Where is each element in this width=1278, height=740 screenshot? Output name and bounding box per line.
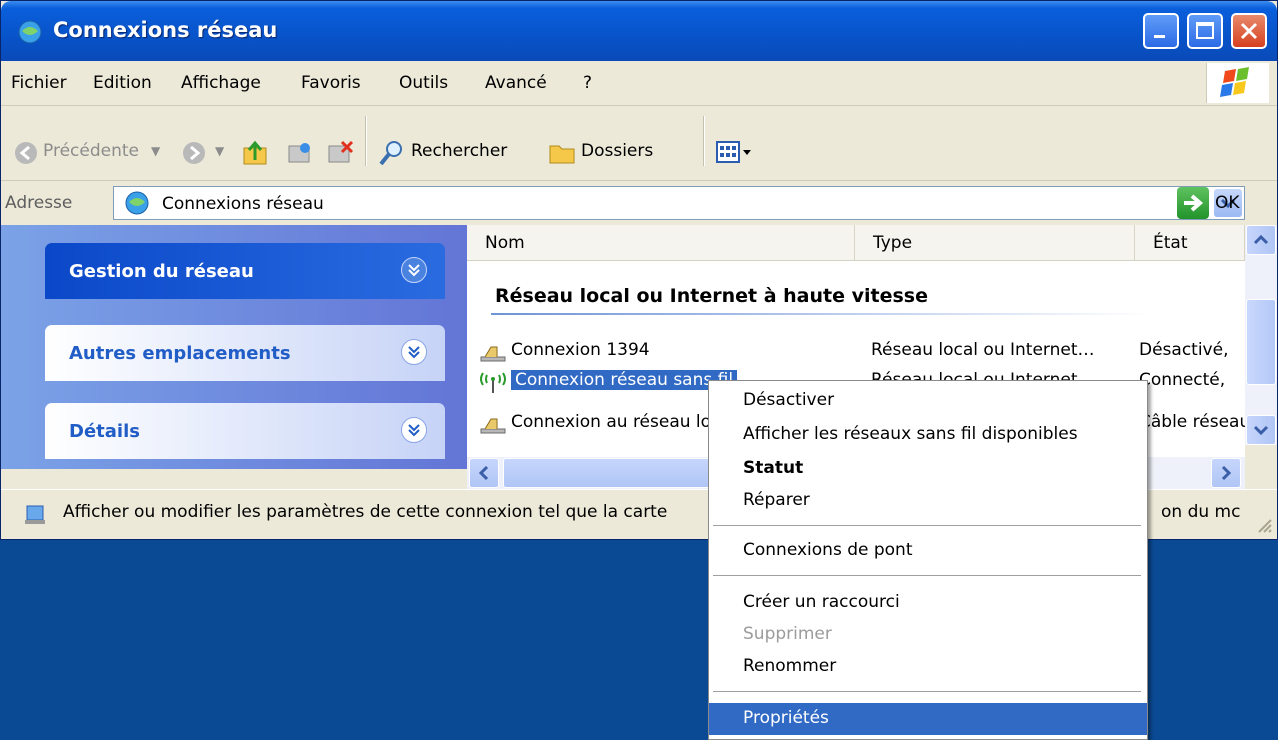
chevron-down-icon [1253,425,1269,436]
menu-item-view-wireless-networks[interactable]: Afficher les réseaux sans fil disponible… [709,419,1147,451]
menu-separator [713,691,1141,693]
menu-affichage[interactable]: Affichage [181,73,261,93]
group-divider [491,313,1151,315]
network-wired-icon [480,418,506,434]
panel-title: Gestion du réseau [69,261,254,282]
maximize-button[interactable] [1187,13,1223,49]
panel-network-tasks[interactable]: Gestion du réseau [45,243,445,299]
column-header-name[interactable]: Nom [467,225,855,261]
maximize-icon [1196,22,1214,39]
windows-logo [1206,63,1269,103]
column-header-state[interactable]: État [1135,225,1245,261]
delete-icon[interactable] [325,138,355,168]
menu-item-disable[interactable]: Désactiver [709,385,1147,417]
go-button-label[interactable]: OK [1215,193,1240,213]
menu-edition[interactable]: Edition [93,73,152,93]
network-connections-icon [125,191,149,215]
group-title: Réseau local ou Internet à haute vitesse [495,285,928,307]
folders-icon[interactable] [547,138,577,168]
back-button-label[interactable]: Précédente [43,141,139,161]
network-connections-icon [18,20,42,44]
toolbar-separator [703,116,705,166]
wireless-network-icon [480,372,506,393]
scroll-left-button[interactable] [469,458,499,488]
status-text: Afficher ou modifier les paramètres de c… [63,502,668,522]
menu-outils[interactable]: Outils [399,73,448,93]
network-status-icon [25,505,45,524]
title-bar[interactable]: Connexions réseau [1,1,1277,61]
menu-item-bridge-connections[interactable]: Connexions de pont [709,535,1147,567]
panel-title: Détails [69,421,140,442]
windows-flag-icon [1220,67,1249,97]
address-value: Connexions réseau [162,194,324,214]
vertical-scrollbar[interactable] [1245,225,1277,445]
views-icon[interactable] [715,140,755,166]
network-wired-icon [480,346,506,362]
close-icon [1240,22,1258,40]
window-title: Connexions réseau [53,18,278,42]
list-item[interactable]: Connexion 1394 Réseau local ou Internet…… [467,337,1245,367]
go-arrow-icon [1184,194,1204,212]
menu-separator [713,575,1141,577]
menu-separator [713,525,1141,527]
back-dropdown-icon[interactable]: ▼ [151,144,160,158]
menu-fichier[interactable]: Fichier [11,73,67,93]
forward-dropdown-icon[interactable]: ▼ [215,144,224,158]
menu-item-delete: Supprimer [743,624,832,644]
context-menu: Désactiver Afficher les réseaux sans fil… [708,380,1148,740]
chevron-left-icon [478,465,489,481]
panel-other-places[interactable]: Autres emplacements [45,325,445,381]
chevron-right-icon [1221,465,1232,481]
expand-icon[interactable] [401,339,427,365]
search-icon[interactable] [377,138,407,168]
menu-item-repair[interactable]: Réparer [709,485,1147,517]
task-pane: Gestion du réseau Autres emplacements Dé… [1,225,467,469]
address-input[interactable]: Connexions réseau [113,186,1245,220]
collapse-icon[interactable] [401,257,427,283]
status-text-right: on du mc [1161,502,1241,522]
menu-item-status[interactable]: Statut [709,453,1147,485]
column-header-type[interactable]: Type [855,225,1135,261]
search-button-label[interactable]: Rechercher [411,141,507,161]
menu-item-create-shortcut[interactable]: Créer un raccourci [709,587,1147,619]
resize-grip-icon[interactable] [1255,516,1273,534]
back-arrow-icon[interactable] [13,140,39,166]
up-folder-icon[interactable] [241,138,271,168]
menu-help[interactable]: ? [583,73,592,93]
move-to-icon[interactable] [285,138,315,168]
menu-favoris[interactable]: Favoris [301,73,361,93]
scroll-down-button[interactable] [1246,415,1276,445]
expand-icon[interactable] [401,417,427,443]
menu-item-rename[interactable]: Renommer [709,651,1147,683]
scroll-right-button[interactable] [1211,458,1241,488]
folders-button-label[interactable]: Dossiers [581,141,653,161]
standard-toolbar: Précédente ▼ ▼ Rechercher Dossiers [1,106,1277,181]
scroll-thumb[interactable] [1246,299,1276,385]
menu-item-properties[interactable]: Propriétés [709,703,1147,735]
address-bar: Adresse Connexions réseau OK [1,181,1277,226]
panel-details[interactable]: Détails [45,403,445,459]
toolbar-separator [365,116,367,166]
go-button[interactable] [1177,187,1209,219]
minimize-button[interactable] [1143,13,1179,49]
panel-title: Autres emplacements [69,343,291,364]
hscroll-thumb[interactable] [503,458,713,488]
scroll-up-button[interactable] [1246,225,1276,255]
minimize-icon [1154,35,1165,38]
menu-avance[interactable]: Avancé [485,73,547,93]
forward-arrow-icon[interactable] [181,140,207,166]
address-label: Adresse [5,193,73,213]
menu-bar: Fichier Edition Affichage Favoris Outils… [1,61,1277,106]
chevron-up-icon [1253,234,1269,245]
close-button[interactable] [1231,13,1267,49]
